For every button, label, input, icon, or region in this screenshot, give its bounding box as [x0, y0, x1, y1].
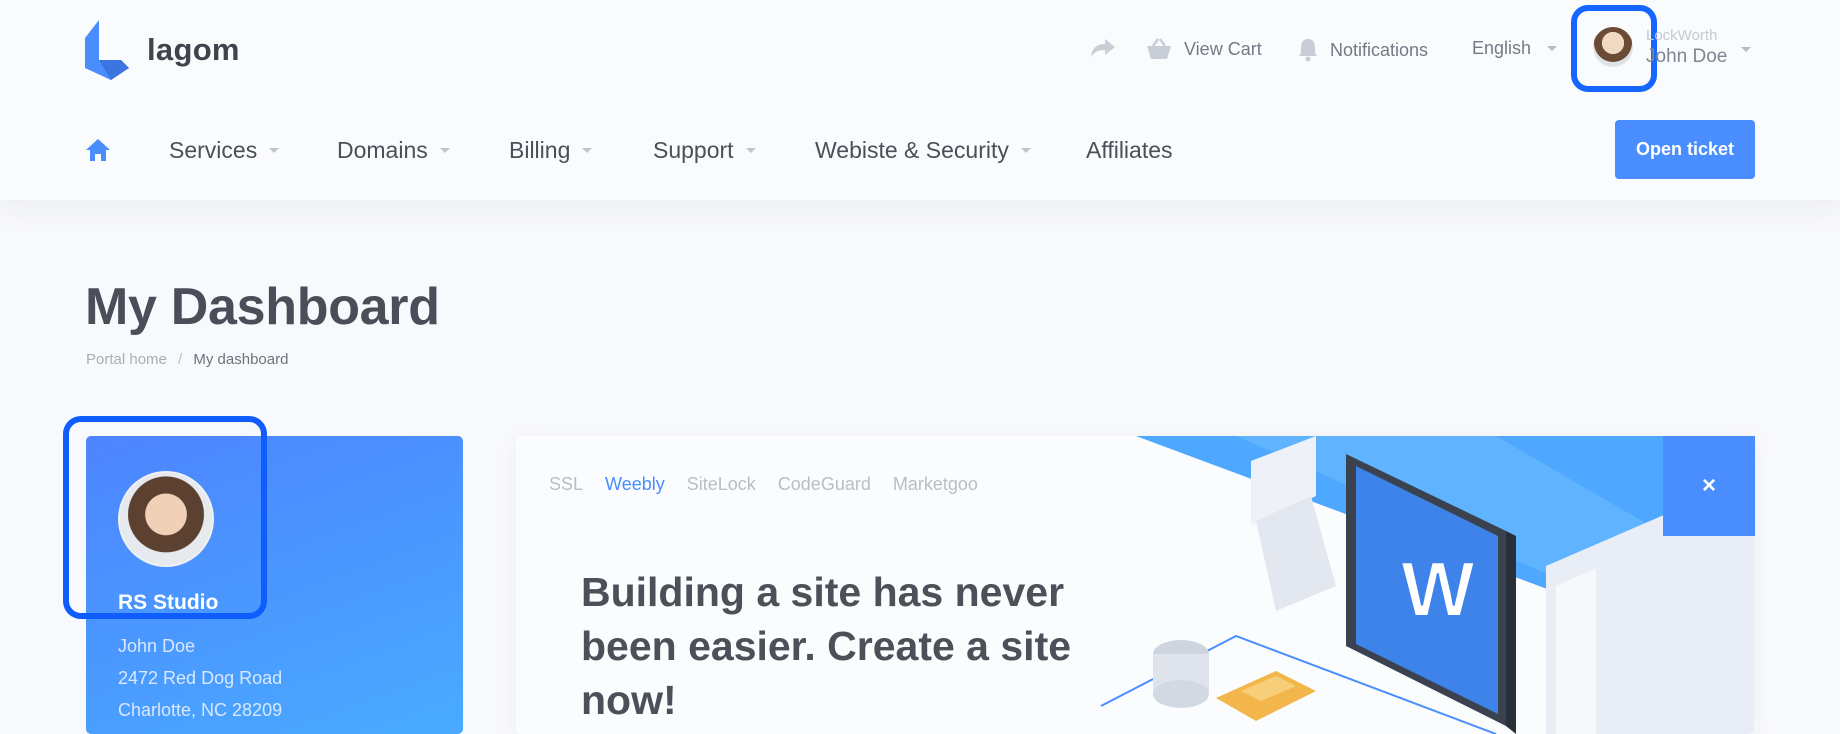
tab-sitelock[interactable]: SiteLock [687, 474, 756, 495]
tab-marketgoo[interactable]: Marketgoo [893, 474, 978, 495]
chevron-down-icon [439, 148, 450, 153]
language-label: English [1472, 38, 1532, 58]
top-header [0, 0, 1840, 200]
lagom-logo-icon [85, 20, 129, 80]
promo-headline: Building a site has never been easier. C… [581, 569, 1072, 723]
chevron-down-icon[interactable] [1741, 47, 1751, 52]
language-dropdown[interactable]: English [1472, 38, 1558, 59]
open-ticket-button[interactable]: Open ticket [1615, 120, 1755, 179]
nav-affiliates[interactable]: Affiliates [1086, 137, 1173, 164]
profile-highlight-box [63, 416, 267, 619]
view-cart-link[interactable]: View Cart [1146, 38, 1262, 60]
chevron-down-icon [269, 148, 280, 153]
notifications-label: Notifications [1330, 39, 1429, 60]
nav-services-label: Services [169, 137, 258, 163]
nav-services[interactable]: Services [169, 137, 280, 164]
breadcrumb: Portal home / My dashboard [86, 351, 288, 368]
user-name: John Doe [1646, 46, 1728, 67]
cart-basket-icon [1147, 38, 1171, 59]
nav-billing-label: Billing [509, 137, 571, 163]
home-icon [86, 139, 110, 161]
tab-ssl[interactable]: SSL [549, 474, 583, 495]
user-company: LockWorth [1646, 27, 1718, 44]
home-nav-link[interactable] [85, 138, 111, 167]
breadcrumb-current: My dashboard [193, 351, 289, 368]
nav-billing[interactable]: Billing [509, 137, 593, 164]
nav-affiliates-label: Affiliates [1086, 137, 1173, 163]
profile-address-line1: 2472 Red Dog Road [118, 668, 283, 688]
share-button[interactable] [1090, 38, 1116, 58]
profile-name: John Doe [118, 636, 196, 656]
weebly-logo-text: W [1401, 545, 1475, 633]
close-icon: × [1701, 472, 1716, 499]
view-cart-label: View Cart [1184, 38, 1262, 59]
chevron-down-icon [1020, 148, 1031, 153]
nav-domains-label: Domains [337, 137, 428, 163]
chevron-down-icon [582, 148, 593, 153]
close-promo-button[interactable]: × [1663, 436, 1755, 536]
bell-icon [1299, 39, 1317, 62]
logo-text: lagom [147, 32, 240, 67]
nav-domains[interactable]: Domains [337, 137, 450, 164]
nav-support[interactable]: Support [653, 137, 756, 164]
share-arrow-icon [1091, 39, 1115, 57]
breadcrumb-separator: / [178, 351, 183, 368]
nav-website-security[interactable]: Webiste & Security [815, 137, 1031, 164]
nav-support-label: Support [653, 137, 734, 163]
avatar-highlight-box [1571, 5, 1657, 92]
logo[interactable]: lagom [85, 20, 240, 80]
profile-address-line2: Charlotte, NC 28209 [118, 700, 283, 720]
chevron-down-icon [1547, 46, 1558, 51]
tab-codeguard[interactable]: CodeGuard [778, 474, 871, 495]
tab-weebly[interactable]: Weebly [605, 474, 665, 495]
page-title: My Dashboard [85, 278, 440, 336]
user-menu[interactable]: LockWorth John Doe [1646, 27, 1727, 68]
notifications-link[interactable]: Notifications [1298, 38, 1428, 62]
chevron-down-icon [745, 148, 756, 153]
promo-tabs: SSL Weebly SiteLock CodeGuard Marketgoo [549, 474, 1000, 495]
breadcrumb-home[interactable]: Portal home [86, 351, 167, 368]
nav-website-security-label: Webiste & Security [815, 137, 1009, 163]
